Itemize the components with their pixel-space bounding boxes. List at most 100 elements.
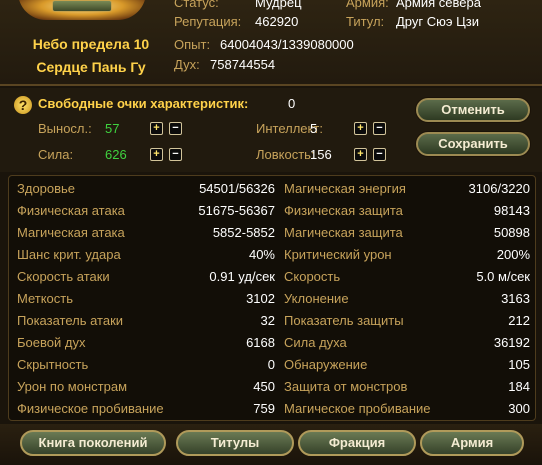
stat-value: 759 bbox=[253, 401, 275, 416]
cancel-button[interactable]: Отменить bbox=[416, 98, 530, 122]
stat-label: Скорость bbox=[284, 269, 341, 284]
intellect-value: 5 bbox=[310, 121, 318, 136]
stat-value: 40% bbox=[248, 247, 275, 262]
stat-row: Сила духа 36192 bbox=[284, 332, 530, 353]
help-question-icon[interactable]: ? bbox=[14, 96, 32, 114]
stat-label: Скорость атаки bbox=[17, 269, 110, 284]
stat-label: Физическое пробивание bbox=[17, 401, 164, 416]
stat-value: 36192 bbox=[493, 335, 530, 350]
status-value: Мудрец bbox=[255, 0, 302, 10]
stat-row: Критический урон 200% bbox=[284, 244, 530, 265]
stat-value: 105 bbox=[508, 357, 530, 372]
stat-value: 3163 bbox=[501, 291, 530, 306]
stat-row: Показатель защиты 212 bbox=[284, 310, 530, 331]
stat-label: Защита от монстров bbox=[284, 379, 408, 394]
army-label: Армия: bbox=[346, 0, 389, 10]
agility-value: 156 bbox=[310, 147, 332, 162]
stat-row: Меткость 3102 bbox=[17, 288, 275, 309]
stat-value: 32 bbox=[260, 313, 275, 328]
stat-value: 3106/3220 bbox=[468, 181, 530, 196]
rank-subtitle: Сердце Пань Гу bbox=[36, 59, 146, 75]
stat-label: Урон по монстрам bbox=[17, 379, 128, 394]
reputation-label: Репутация: bbox=[174, 14, 242, 29]
character-info-panel: Небо предела 10 Сердце Пань Гу Статус: М… bbox=[0, 0, 542, 86]
stat-row: Защита от монстров 184 bbox=[284, 376, 530, 397]
free-points-value: 0 bbox=[288, 96, 296, 111]
title-label: Титул: bbox=[346, 14, 385, 29]
stat-row: Здоровье 54501/56326 bbox=[17, 178, 275, 199]
stat-row: Скорость 5.0 м/сек bbox=[284, 266, 530, 287]
stat-row: Физическая атака 51675-56367 bbox=[17, 200, 275, 221]
stat-row: Боевой дух 6168 bbox=[17, 332, 275, 353]
stat-label: Уклонение bbox=[284, 291, 349, 306]
stat-label: Показатель атаки bbox=[17, 313, 124, 328]
agility-minus-button[interactable]: − bbox=[373, 148, 386, 161]
experience-value: 64004043/1339080000 bbox=[220, 37, 354, 52]
save-button[interactable]: Сохранить bbox=[416, 132, 530, 156]
bottom-button-bar: Книга поколений Титулы Фракция Армия bbox=[0, 424, 542, 465]
agility-plus-button[interactable]: + bbox=[354, 148, 367, 161]
strength-minus-button[interactable]: − bbox=[169, 148, 182, 161]
stat-value: 200% bbox=[496, 247, 530, 262]
agility-label: Ловкость: bbox=[256, 147, 315, 162]
endurance-minus-button[interactable]: − bbox=[169, 122, 182, 135]
stat-value: 0.91 уд/сек bbox=[209, 269, 275, 284]
stat-label: Показатель защиты bbox=[284, 313, 404, 328]
faction-button[interactable]: Фракция bbox=[298, 430, 416, 456]
stat-value: 6168 bbox=[246, 335, 275, 350]
stat-value: 98143 bbox=[493, 203, 530, 218]
stat-value: 3102 bbox=[246, 291, 275, 306]
stat-value: 5852-5852 bbox=[212, 225, 275, 240]
spirit-value: 758744554 bbox=[210, 57, 276, 72]
stat-value: 5.0 м/сек bbox=[476, 269, 530, 284]
strength-value: 626 bbox=[105, 147, 127, 162]
stat-label: Физическая защита bbox=[284, 203, 403, 218]
army-value: Армия севера bbox=[396, 0, 481, 10]
strength-label: Сила: bbox=[38, 147, 74, 162]
stat-value: 300 bbox=[508, 401, 530, 416]
stat-value: 184 bbox=[508, 379, 530, 394]
stat-value: 50898 bbox=[493, 225, 530, 240]
stat-row: Магическое пробивание 300 bbox=[284, 398, 530, 419]
stat-label: Боевой дух bbox=[17, 335, 86, 350]
strength-plus-button[interactable]: + bbox=[150, 148, 163, 161]
intellect-minus-button[interactable]: − bbox=[373, 122, 386, 135]
stat-label: Критический урон bbox=[284, 247, 392, 262]
stat-value: 0 bbox=[267, 357, 275, 372]
intellect-plus-button[interactable]: + bbox=[354, 122, 367, 135]
stat-label: Меткость bbox=[17, 291, 74, 306]
stat-label: Магическая атака bbox=[17, 225, 125, 240]
stat-value: 450 bbox=[253, 379, 275, 394]
stat-row: Уклонение 3163 bbox=[284, 288, 530, 309]
stat-label: Магическое пробивание bbox=[284, 401, 431, 416]
stat-row: Скорость атаки 0.91 уд/сек bbox=[17, 266, 275, 287]
stat-label: Здоровье bbox=[17, 181, 76, 196]
character-stats-table: Здоровье 54501/56326 Физическая атака 5167… bbox=[8, 175, 536, 421]
stat-value: 54501/56326 bbox=[199, 181, 275, 196]
endurance-label: Выносл.: bbox=[38, 121, 92, 136]
stat-row: Урон по монстрам 450 bbox=[17, 376, 275, 397]
stat-label: Скрытность bbox=[17, 357, 89, 372]
rank-title: Небо предела 10 bbox=[32, 36, 150, 52]
army-button[interactable]: Армия bbox=[420, 430, 524, 456]
stat-value: 51675-56367 bbox=[198, 203, 275, 218]
stat-row: Магическая защита 50898 bbox=[284, 222, 530, 243]
stat-label: Обнаружение bbox=[284, 357, 368, 372]
free-points-label: Свободные очки характеристик: bbox=[38, 96, 249, 111]
stat-row: Показатель атаки 32 bbox=[17, 310, 275, 331]
spirit-label: Дух: bbox=[174, 57, 200, 72]
reputation-value: 462920 bbox=[255, 14, 299, 29]
stat-value: 212 bbox=[508, 313, 530, 328]
endurance-value: 57 bbox=[105, 121, 120, 136]
titles-button[interactable]: Титулы bbox=[176, 430, 294, 456]
stat-row: Физическое пробивание 759 bbox=[17, 398, 275, 419]
attribute-points-panel: ? Свободные очки характеристик: 0 Выносл… bbox=[0, 88, 542, 172]
stat-label: Магическая энергия bbox=[284, 181, 406, 196]
stat-label: Шанс крит. удара bbox=[17, 247, 121, 262]
stat-label: Физическая атака bbox=[17, 203, 125, 218]
endurance-plus-button[interactable]: + bbox=[150, 122, 163, 135]
stat-row: Магическая атака 5852-5852 bbox=[17, 222, 275, 243]
rank-emblem-icon bbox=[18, 0, 146, 20]
stat-row: Физическая защита 98143 bbox=[284, 200, 530, 221]
book-of-generations-button[interactable]: Книга поколений bbox=[20, 430, 166, 456]
